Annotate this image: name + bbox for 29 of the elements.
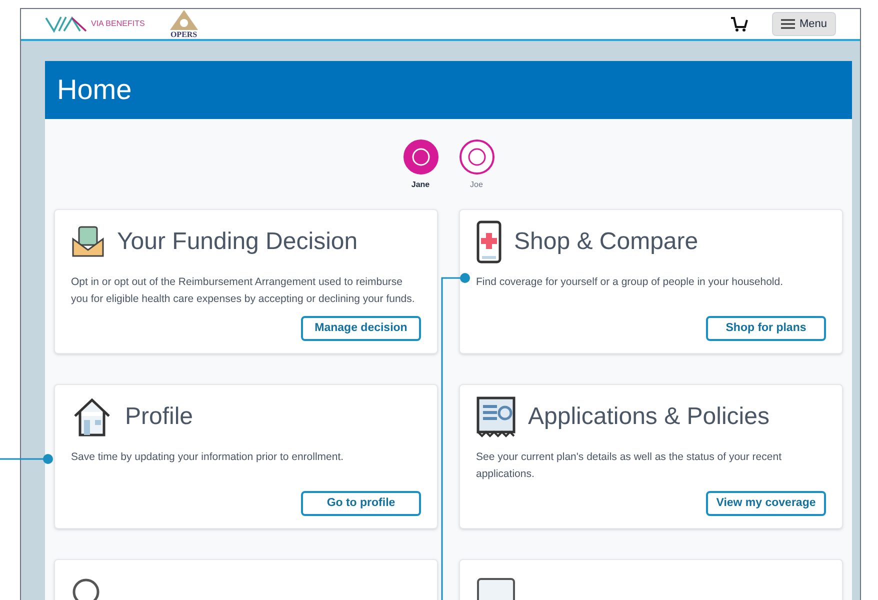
card-title: Profile <box>125 402 194 432</box>
card-description: See your current plan's details as well as the status of your recent applications. <box>476 450 782 482</box>
card-title: Your Funding Decision <box>117 227 358 257</box>
card-title: Shop & Compare <box>514 227 698 257</box>
card-action-button[interactable]: Shop for plans <box>706 316 826 341</box>
card-title: Applications & Policies <box>528 402 770 432</box>
leader-line <box>0 453 54 465</box>
card-description: Find coverage for yourself or a group of people in your household. <box>476 275 784 290</box>
logo-mark-icon <box>45 15 87 33</box>
receipt-icon <box>476 396 516 438</box>
partner-name: OPERS <box>170 31 198 39</box>
card-action-button[interactable]: Go to profile <box>301 491 421 516</box>
person-name: Joe <box>470 179 483 191</box>
menu-icon <box>781 19 796 29</box>
card-action-button[interactable]: Manage decision <box>301 316 421 341</box>
person-tab[interactable]: Jane <box>400 139 440 191</box>
phone-icon <box>476 220 502 264</box>
cart-icon[interactable] <box>730 16 748 32</box>
card-description: Opt in or opt out of the Reimbursement Arrangement used to reimburse you for eligible health care expenses by accepting or declining your funds. <box>71 275 416 307</box>
person-name: Jane <box>411 179 430 191</box>
person-avatar-icon <box>458 139 494 175</box>
envelope-icon <box>71 226 105 258</box>
person-tab[interactable]: Joe <box>456 139 496 191</box>
card-description: Save time by updating your information prior to enrollment. <box>71 450 345 465</box>
card-action-button[interactable]: View my coverage <box>706 491 826 516</box>
brand-name: VIA BENEFITS <box>91 18 145 30</box>
person-avatar-icon <box>402 139 438 175</box>
page-title: Home <box>57 73 132 107</box>
menu-button[interactable]: Menu <box>772 12 836 36</box>
